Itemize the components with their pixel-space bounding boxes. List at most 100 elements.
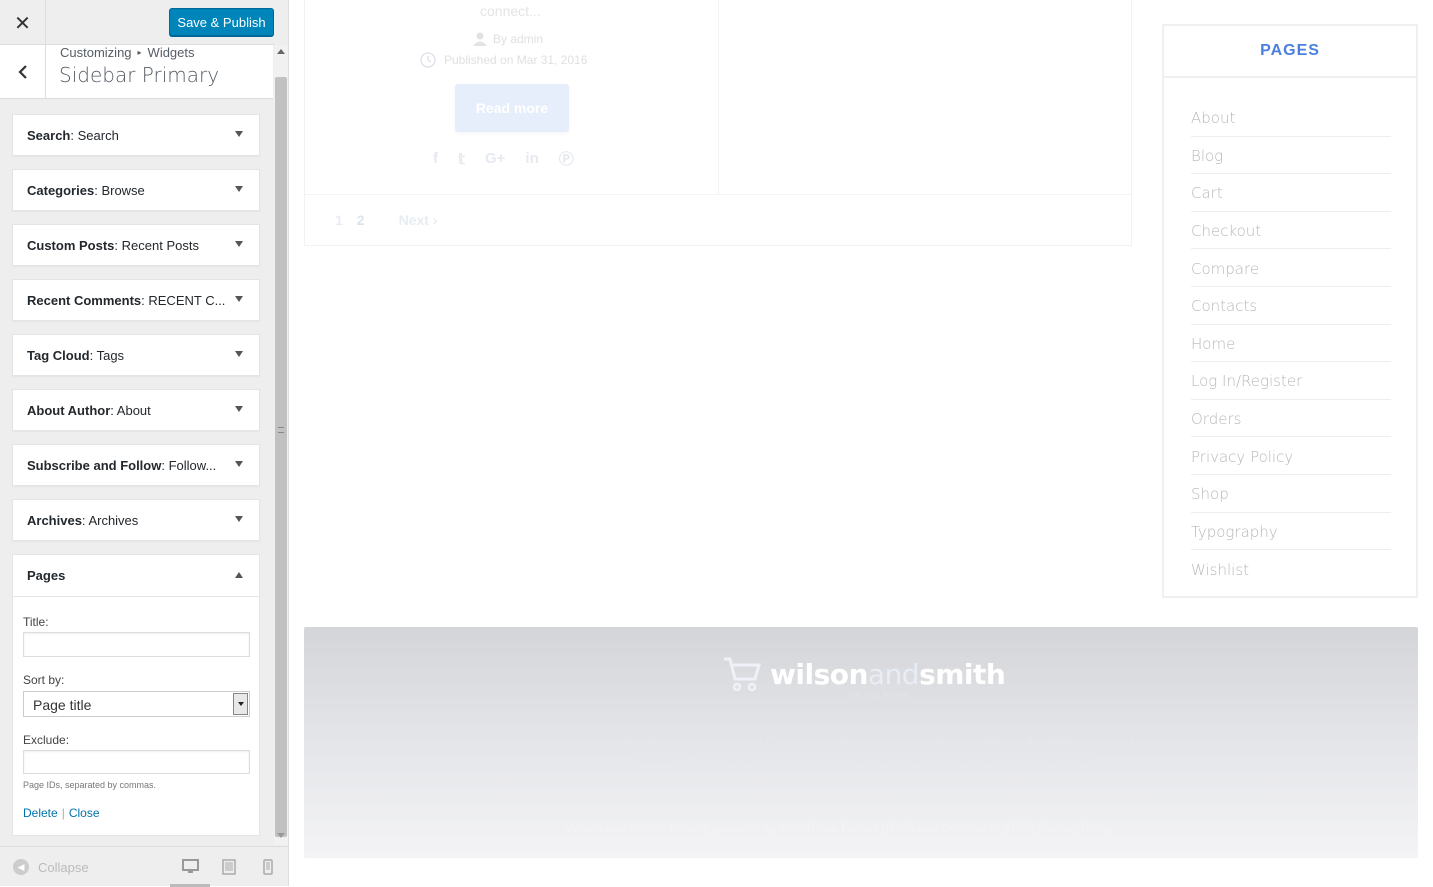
widget-recent-comments[interactable]: Recent Comments: RECENT C... [12, 279, 260, 321]
post-divider [718, 0, 719, 194]
exclude-input[interactable] [23, 750, 250, 774]
page-link-contacts[interactable]: Contacts [1191, 287, 1391, 325]
expand-arrow-icon[interactable] [235, 131, 243, 137]
linkedin-icon[interactable]: in [525, 150, 538, 167]
collapse-button[interactable]: ◀ Collapse [13, 859, 89, 875]
collapse-icon: ◀ [13, 859, 29, 875]
site-logo[interactable]: wilsonandsmith [722, 655, 1006, 693]
post-excerpt: connect... [480, 3, 541, 19]
widget-title: Tags [96, 348, 125, 363]
dropdown-arrow-icon[interactable] [233, 693, 248, 715]
chevron-left-icon [17, 65, 27, 79]
facebook-icon[interactable]: f [433, 150, 438, 167]
logo-text: wilsonandsmith [770, 657, 1006, 691]
back-button[interactable] [0, 45, 46, 99]
title-input[interactable] [23, 632, 250, 657]
post-grid: connect... By admin Published on Mar 31,… [304, 0, 1133, 246]
date-text: Published on Mar 31, 2016 [444, 53, 588, 67]
widget-title: Browse [101, 183, 145, 198]
widget-name: About Author [27, 403, 111, 418]
post-separator [305, 194, 1133, 195]
panel-scrollbar[interactable] [274, 45, 288, 845]
widget-title: About [116, 403, 151, 418]
widget-name: Pages [27, 568, 66, 583]
page-link-login-register[interactable]: Log In/Register [1191, 362, 1391, 400]
widget-name: Search [27, 128, 71, 143]
page-link-about[interactable]: About [1191, 99, 1391, 137]
exclude-hint: Page IDs, separated by commas. [23, 780, 157, 790]
twitter-icon[interactable]: 𝕥 [458, 150, 465, 168]
user-icon [473, 32, 487, 46]
section-header: Customizing ▸ Widgets Sidebar Primary [0, 45, 273, 99]
page-link-1[interactable]: 1 [335, 212, 343, 228]
widget-title: Follow... [168, 458, 217, 473]
pinterest-icon[interactable]: Ⓟ [559, 148, 574, 169]
post-date: Published on Mar 31, 2016 [420, 52, 587, 68]
customizer-footer: ◀ Collapse [0, 846, 288, 887]
widget-categories[interactable]: Categories: Browse [12, 169, 260, 211]
widget-subscribe-follow[interactable]: Subscribe and Follow: Follow... [12, 444, 260, 486]
site-footer: wilsonandsmith on tap store Comfort is a… [304, 627, 1418, 858]
expand-arrow-icon[interactable] [235, 516, 243, 522]
google-plus-icon[interactable]: G+ [485, 150, 505, 167]
page-link-checkout[interactable]: Checkout [1191, 212, 1391, 250]
author-text[interactable]: By admin [493, 32, 543, 46]
customizer-panel: ✕ Save & Publish Customizing ▸ Widgets S… [0, 0, 289, 887]
expand-arrow-icon[interactable] [235, 406, 243, 412]
close-customizer-button[interactable]: ✕ [0, 0, 46, 45]
page-link-2[interactable]: 2 [357, 212, 365, 228]
page-link-orders[interactable]: Orders [1191, 400, 1391, 438]
page-link-cart[interactable]: Cart [1191, 174, 1391, 212]
expand-arrow-icon[interactable] [235, 351, 243, 357]
close-link[interactable]: Close [69, 806, 100, 820]
close-icon: ✕ [14, 10, 31, 35]
widget-about-author[interactable]: About Author: About [12, 389, 260, 431]
expand-arrow-icon[interactable] [235, 296, 243, 302]
desktop-icon[interactable] [182, 859, 199, 874]
scroll-thumb[interactable] [275, 77, 287, 837]
collapse-label: Collapse [38, 859, 89, 875]
widget-archives[interactable]: Archives: Archives [12, 499, 260, 541]
collapse-arrow-icon[interactable] [235, 572, 243, 578]
page-link-compare[interactable]: Compare [1191, 249, 1391, 287]
widget-name: Subscribe and Follow [27, 458, 162, 473]
read-more-button[interactable]: Read more [455, 84, 569, 132]
customizer-header: ✕ Save & Publish [0, 0, 274, 45]
page-link-home[interactable]: Home [1191, 325, 1391, 363]
grip-icon [278, 427, 284, 433]
widget-tag-cloud[interactable]: Tag Cloud: Tags [12, 334, 260, 376]
sort-by-label: Sort by: [23, 673, 65, 687]
scroll-up-icon[interactable] [277, 49, 285, 54]
delete-link[interactable]: Delete [23, 806, 58, 820]
expand-arrow-icon[interactable] [235, 186, 243, 192]
sort-by-select[interactable]: Page title [23, 691, 250, 717]
page-link-typography[interactable]: Typography [1191, 513, 1391, 551]
widget-search[interactable]: Search: Search [12, 114, 260, 156]
widget-title: RECENT C... [148, 293, 226, 308]
exclude-label: Exclude: [23, 733, 70, 747]
widget-custom-posts[interactable]: Custom Posts: Recent Posts [12, 224, 260, 266]
page-link-wishlist[interactable]: Wishlist [1191, 550, 1391, 588]
sort-by-value: Page title [33, 697, 92, 713]
page-link-shop[interactable]: Shop [1191, 475, 1391, 513]
tablet-icon[interactable] [222, 859, 236, 875]
next-page-link[interactable]: Next › [399, 212, 438, 228]
save-publish-button[interactable]: Save & Publish [169, 8, 274, 36]
mobile-icon[interactable] [263, 859, 273, 875]
expand-arrow-icon[interactable] [235, 461, 243, 467]
pagination: 1 2 Next › [335, 212, 438, 228]
pages-list: About Blog Cart Checkout Compare Contact… [1191, 99, 1391, 588]
page-link-privacy-policy[interactable]: Privacy Policy [1191, 437, 1391, 475]
widget-name: Custom Posts [27, 238, 115, 253]
breadcrumb: Customizing ▸ Widgets [60, 45, 195, 60]
clock-icon [420, 52, 436, 68]
widget-pages-header[interactable]: Pages [13, 555, 259, 597]
logo-tagline: on tap store [849, 689, 908, 701]
scroll-down-icon[interactable] [277, 833, 285, 838]
section-title: Sidebar Primary [59, 63, 220, 87]
breadcrumb-separator-icon: ▸ [137, 48, 142, 57]
page-link-blog[interactable]: Blog [1191, 137, 1391, 175]
expand-arrow-icon[interactable] [235, 241, 243, 247]
cart-icon [724, 657, 761, 692]
social-share: f 𝕥 G+ in Ⓟ [433, 148, 574, 169]
